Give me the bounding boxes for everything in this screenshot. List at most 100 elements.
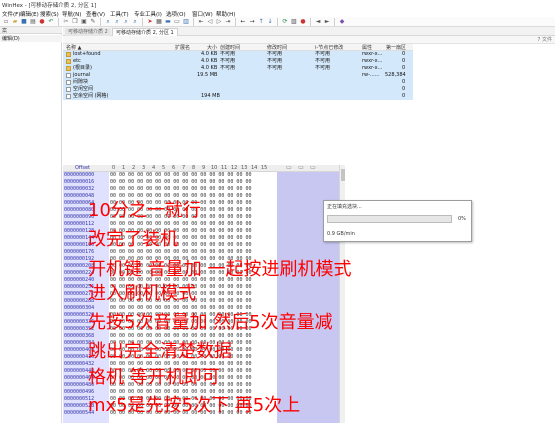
hex-row-bytes[interactable]: 00 00 00 00 00 00 00 00 00 00 00 00 00 0… (110, 305, 251, 312)
file-inode: 不可用 (315, 65, 331, 71)
undo-icon[interactable]: ↶ (47, 18, 55, 26)
new-file-icon[interactable]: ▫ (2, 18, 10, 26)
forward-arrow-icon[interactable]: → (248, 18, 256, 26)
next-sector-icon[interactable]: ▷ (215, 18, 223, 26)
hex-row[interactable]: 0000000176 00 00 00 00 00 00 00 00 00 00 … (63, 249, 277, 256)
overlay-note-line: 开机键 音量加 一起按进刷机模式 (88, 259, 352, 280)
col-modified[interactable]: 修改时间 (267, 44, 287, 51)
file-sector: 0 (402, 86, 406, 92)
replace-icon[interactable]: ⌕ (122, 18, 130, 26)
toolbar-separator (310, 18, 311, 26)
hex-mode-icon[interactable]: ▭ (285, 164, 293, 172)
hex-col: 2 (132, 165, 136, 171)
case-panel-header: 案 (0, 27, 62, 34)
hex-row[interactable]: 0000000016 00 00 00 00 00 00 00 00 00 00 … (63, 179, 277, 186)
toolbar-separator (142, 18, 143, 26)
file-size: 19.5 MB (197, 72, 218, 78)
down-arrow-icon[interactable]: ↓ (266, 18, 274, 26)
calculator-icon[interactable]: ▥ (182, 18, 190, 26)
file-sector: 528,384 (385, 72, 406, 78)
script-icon[interactable]: ◆ (338, 18, 346, 26)
find-hex-icon[interactable]: ⌕ (113, 18, 121, 26)
col-size[interactable]: 大小 (207, 44, 217, 51)
hex-row[interactable]: 0000000000 00 00 00 00 00 00 00 00 00 00 … (63, 172, 277, 179)
open-folder-icon[interactable]: ▰ (11, 18, 19, 26)
disk-icon[interactable]: ▬ (164, 18, 172, 26)
col-attr[interactable]: 属性 (362, 44, 372, 51)
tab-removable-media[interactable]: 可移动存储介质 2 (65, 28, 111, 36)
hex-row-offset: 0000000304 (64, 305, 95, 311)
file-row[interactable]: 空余空间 (网格) 194 MB 0 (63, 93, 413, 100)
hex-row[interactable]: 0000000112 00 00 00 00 00 00 00 00 00 00 … (63, 221, 277, 228)
first-sector-icon[interactable]: ⇤ (197, 18, 205, 26)
col-inode[interactable]: i-节点已修改 (315, 44, 343, 51)
hex-col: 3 (142, 165, 146, 171)
save-icon[interactable]: ■ (20, 18, 28, 26)
record-icon[interactable]: ● (299, 18, 307, 26)
progress-percent: 0% (458, 216, 466, 222)
file-icon (66, 87, 71, 92)
properties-icon[interactable]: ● (38, 18, 46, 26)
prev-sector-icon[interactable]: ◁ (206, 18, 214, 26)
hex-col: 11 (221, 165, 228, 171)
play-icon[interactable]: ► (323, 18, 331, 26)
ram-icon[interactable]: ▭ (173, 18, 181, 26)
folder-icon (66, 59, 71, 64)
file-size: 4.0 KB (201, 58, 218, 64)
file-table-header: 名称 ▲ 扩展名 大小 创建时间 修改时间 i-节点已修改 属性 第一扇区 (63, 44, 413, 51)
file-row[interactable]: journal 19.5 MB rw-...... 528,384 (63, 72, 413, 79)
hex-settings-icon[interactable]: ▭ (309, 164, 317, 172)
up-arrow-icon[interactable]: ↑ (257, 18, 265, 26)
refresh-icon[interactable]: ⟳ (281, 18, 289, 26)
find-again-icon[interactable]: ⌕ (131, 18, 139, 26)
file-row[interactable]: 空闲空间 0 (63, 86, 413, 93)
hex-row[interactable]: 0000000368 00 00 00 00 00 00 00 00 00 00 … (63, 333, 277, 340)
hex-header: Offset 0 1 2 3 4 5 6 7 8 9 10 11 12 13 1… (63, 164, 343, 172)
hex-row-offset: 0000000112 (64, 221, 95, 227)
hex-row-bytes[interactable]: 00 00 00 00 00 00 00 00 00 00 00 00 00 0… (110, 333, 251, 340)
hex-row-bytes[interactable]: 00 00 00 00 00 00 00 00 00 00 00 00 00 0… (110, 221, 251, 228)
cut-icon[interactable]: ✂ (62, 18, 70, 26)
hex-row[interactable]: 0000000304 00 00 00 00 00 00 00 00 00 00 … (63, 305, 277, 312)
file-size: 4.0 KB (201, 65, 218, 71)
hex-col: 10 (211, 165, 218, 171)
file-created: 不可用 (220, 51, 236, 57)
hex-copy-icon[interactable]: ▭ (297, 164, 305, 172)
file-row[interactable]: etc 4.0 KB 不可用 不可用 不可用 rwxr-x... 0 (63, 58, 413, 65)
goto-offset-icon[interactable]: ➤ (146, 18, 154, 26)
col-ext[interactable]: 扩展名 (175, 44, 190, 51)
case-panel-edit-item[interactable]: 编辑(D) (0, 35, 62, 42)
hex-col: 1 (122, 165, 126, 171)
print-icon[interactable]: ▤ (29, 18, 37, 26)
hex-row-bytes[interactable]: 00 00 00 00 00 00 00 00 00 00 00 00 00 0… (110, 179, 251, 186)
file-count: 7 文件 (537, 37, 552, 43)
file-row[interactable]: (根目录) 4.0 KB 不可用 不可用 不可用 rwxr-x... 0 (63, 65, 413, 72)
find-text-icon[interactable]: ⌕ (104, 18, 112, 26)
back-arrow-icon[interactable]: ← (239, 18, 247, 26)
write-icon[interactable]: ✎ (89, 18, 97, 26)
hex-row[interactable]: 0000000032 00 00 00 00 00 00 00 00 00 00 … (63, 186, 277, 193)
hex-row-offset: 0000000016 (64, 179, 95, 185)
last-sector-icon[interactable]: ⇥ (224, 18, 232, 26)
col-name[interactable]: 名称 ▲ (66, 44, 81, 51)
file-row[interactable]: 间隙块 0 (63, 79, 413, 86)
hex-row-bytes[interactable]: 00 00 00 00 00 00 00 00 00 00 00 00 00 0… (110, 249, 251, 256)
hex-row-bytes[interactable]: 00 00 00 00 00 00 00 00 00 00 00 00 00 0… (110, 172, 251, 179)
paste-icon[interactable]: ▣ (80, 18, 88, 26)
goto-sector-icon[interactable]: ▦ (155, 18, 163, 26)
pointer-icon[interactable]: ◄ (314, 18, 322, 26)
tab-partition-1[interactable]: 可移动存储介质 2, 分区 1 (112, 28, 178, 36)
file-attr: rwxr-x... (362, 58, 383, 64)
hex-row-bytes[interactable]: 00 00 00 00 00 00 00 00 00 00 00 00 00 0… (110, 193, 251, 200)
copy-icon[interactable]: ❐ (71, 18, 79, 26)
col-created[interactable]: 创建时间 (220, 44, 240, 51)
file-attr: rwxr-x... (362, 65, 383, 71)
col-first-sector[interactable]: 第一扇区 (386, 44, 406, 51)
file-row[interactable]: lost+found 4.0 KB 不可用 不可用 不可用 rwxr-x... … (63, 51, 413, 58)
hex-row[interactable]: 0000000048 00 00 00 00 00 00 00 00 00 00 … (63, 193, 277, 200)
overlay-note-line: 格机 等开机即可 (88, 367, 220, 388)
file-inode: 不可用 (315, 51, 331, 57)
case-panel: 案 编辑(D) (0, 27, 62, 423)
snapshot-icon[interactable]: ▧ (290, 18, 298, 26)
hex-row-bytes[interactable]: 00 00 00 00 00 00 00 00 00 00 00 00 00 0… (110, 186, 251, 193)
